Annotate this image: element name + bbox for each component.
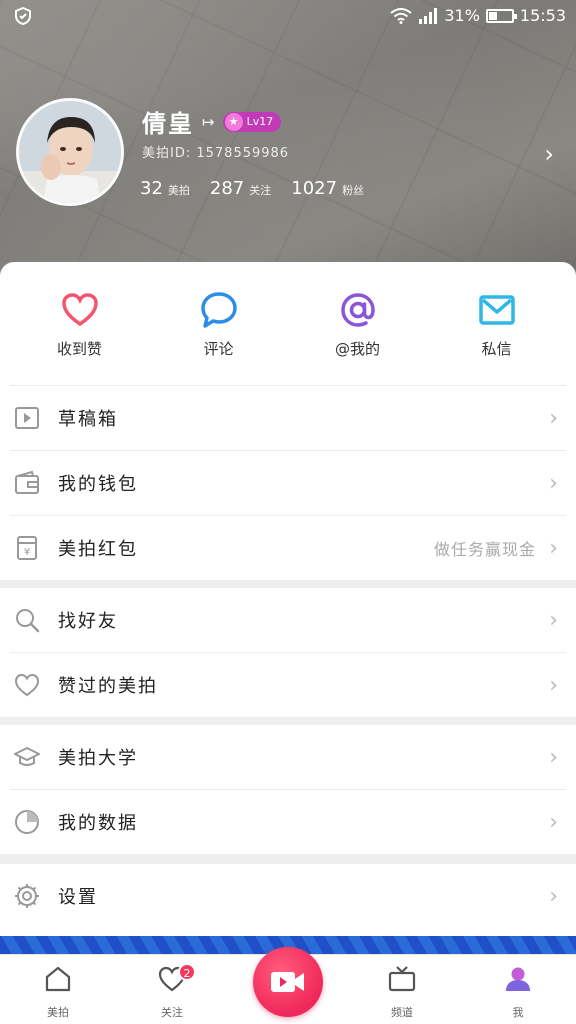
menu-find-friends[interactable]: 找好友 › <box>0 588 576 652</box>
quick-label: @我的 <box>334 340 380 358</box>
section-gap <box>0 854 576 864</box>
menu-label: 美拍红包 <box>58 539 138 560</box>
chevron-right-icon[interactable]: › <box>544 140 554 168</box>
red-packet-hint: 做任务赢现金 <box>433 540 536 559</box>
wallet-icon <box>15 470 39 494</box>
quick-comments[interactable]: 评论 <box>149 290 288 386</box>
profile-header: 31% 15:53 倩皇 ↦ ★ Lv17 美拍ID: 1578559986 3… <box>0 0 576 290</box>
level-badge: ★ Lv17 <box>222 111 282 132</box>
main-card: 收到赞 评论 @我的 私信 草稿箱 › 我的钱包 › ¥ 美拍红包 做任务赢现金… <box>0 262 576 952</box>
chevron-right-icon: › <box>549 470 558 496</box>
menu-liked[interactable]: 赞过的美拍 › <box>0 653 576 717</box>
section-gap <box>0 717 576 725</box>
comment-icon <box>200 292 237 328</box>
bottom-tab-bar: 美拍 2 关注 频道 我 <box>0 947 576 1024</box>
search-icon <box>16 609 40 633</box>
wifi-icon <box>390 7 412 24</box>
status-bar: 31% 15:53 <box>0 0 576 34</box>
stat-label-fans[interactable]: 粉丝 <box>342 182 364 198</box>
stat-count-posts[interactable]: 32 <box>140 178 163 199</box>
shield-icon <box>15 7 31 25</box>
pie-chart-icon <box>15 810 39 834</box>
profile-stats: 32 美拍 287 关注 1027 粉丝 <box>140 178 384 199</box>
gear-icon <box>15 884 39 908</box>
tab-home[interactable]: 美拍 <box>18 955 98 1024</box>
menu-settings[interactable]: 设置 › <box>0 864 576 928</box>
level-text: Lv17 <box>246 115 274 128</box>
avatar-photo <box>19 101 121 203</box>
home-icon <box>45 966 71 992</box>
menu-my-data[interactable]: 我的数据 › <box>0 790 576 854</box>
tab-label: 关注 <box>161 1006 183 1019</box>
video-camera-icon <box>271 972 304 992</box>
quick-messages[interactable]: 私信 <box>427 290 566 386</box>
chevron-right-icon: › <box>549 883 558 909</box>
stat-label-posts[interactable]: 美拍 <box>168 182 190 198</box>
menu-drafts[interactable]: 草稿箱 › <box>0 386 576 450</box>
stat-count-fans[interactable]: 1027 <box>291 178 337 199</box>
chevron-right-icon: › <box>549 744 558 770</box>
svg-text:¥: ¥ <box>24 547 30 558</box>
menu-label: 找好友 <box>58 611 118 632</box>
quick-actions: 收到赞 评论 @我的 私信 <box>0 290 576 386</box>
status-time: 15:53 <box>519 6 566 25</box>
menu-label: 草稿箱 <box>58 409 118 430</box>
at-icon <box>340 293 375 327</box>
menu-label: 设置 <box>58 887 98 908</box>
menu-university[interactable]: 美拍大学 › <box>0 725 576 789</box>
tab-me[interactable]: 我 <box>478 955 558 1024</box>
stat-label-following[interactable]: 关注 <box>249 182 271 198</box>
quick-received-likes[interactable]: 收到赞 <box>10 290 149 386</box>
play-box-icon <box>15 407 39 429</box>
heart-icon <box>61 293 98 327</box>
person-icon <box>506 967 530 991</box>
tab-label: 我 <box>512 1006 524 1019</box>
chevron-right-icon: › <box>549 672 558 698</box>
menu-wallet[interactable]: 我的钱包 › <box>0 451 576 515</box>
chevron-right-icon: › <box>549 809 558 835</box>
quick-label: 私信 <box>481 340 512 358</box>
section-gap <box>0 580 576 588</box>
chevron-right-icon: › <box>549 405 558 431</box>
male-icon: ↦ <box>202 112 215 131</box>
avatar[interactable] <box>16 98 124 206</box>
quick-mentions[interactable]: @我的 <box>288 290 427 386</box>
tab-follow[interactable]: 2 关注 <box>132 955 212 1024</box>
tab-label: 美拍 <box>47 1006 69 1019</box>
mail-icon <box>478 295 515 325</box>
profile-name: 倩皇 <box>142 110 194 138</box>
menu-label: 赞过的美拍 <box>58 676 158 697</box>
tv-icon <box>388 966 416 992</box>
quick-label: 收到赞 <box>56 340 102 358</box>
star-icon: ★ <box>224 112 243 131</box>
menu-red-packet[interactable]: ¥ 美拍红包 做任务赢现金 › <box>0 516 576 580</box>
menu-label: 我的钱包 <box>58 474 138 495</box>
quick-label: 评论 <box>203 340 234 358</box>
heart-outline-icon <box>14 673 40 697</box>
chevron-right-icon: › <box>549 607 558 633</box>
stat-count-following[interactable]: 287 <box>210 178 244 199</box>
chevron-right-icon: › <box>549 535 558 561</box>
tab-label: 频道 <box>391 1006 413 1019</box>
menu-label: 我的数据 <box>58 813 138 834</box>
graduation-cap-icon <box>14 747 40 766</box>
battery-icon <box>485 8 517 23</box>
menu-label: 美拍大学 <box>58 748 138 769</box>
battery-percent: 31% <box>444 6 480 25</box>
red-packet-icon: ¥ <box>17 536 37 560</box>
record-video-button[interactable] <box>253 947 323 1017</box>
tab-channel[interactable]: 频道 <box>362 955 442 1024</box>
follow-badge: 2 <box>178 963 196 981</box>
profile-id: 美拍ID: 1578559986 <box>142 146 290 161</box>
signal-icon <box>419 7 438 24</box>
